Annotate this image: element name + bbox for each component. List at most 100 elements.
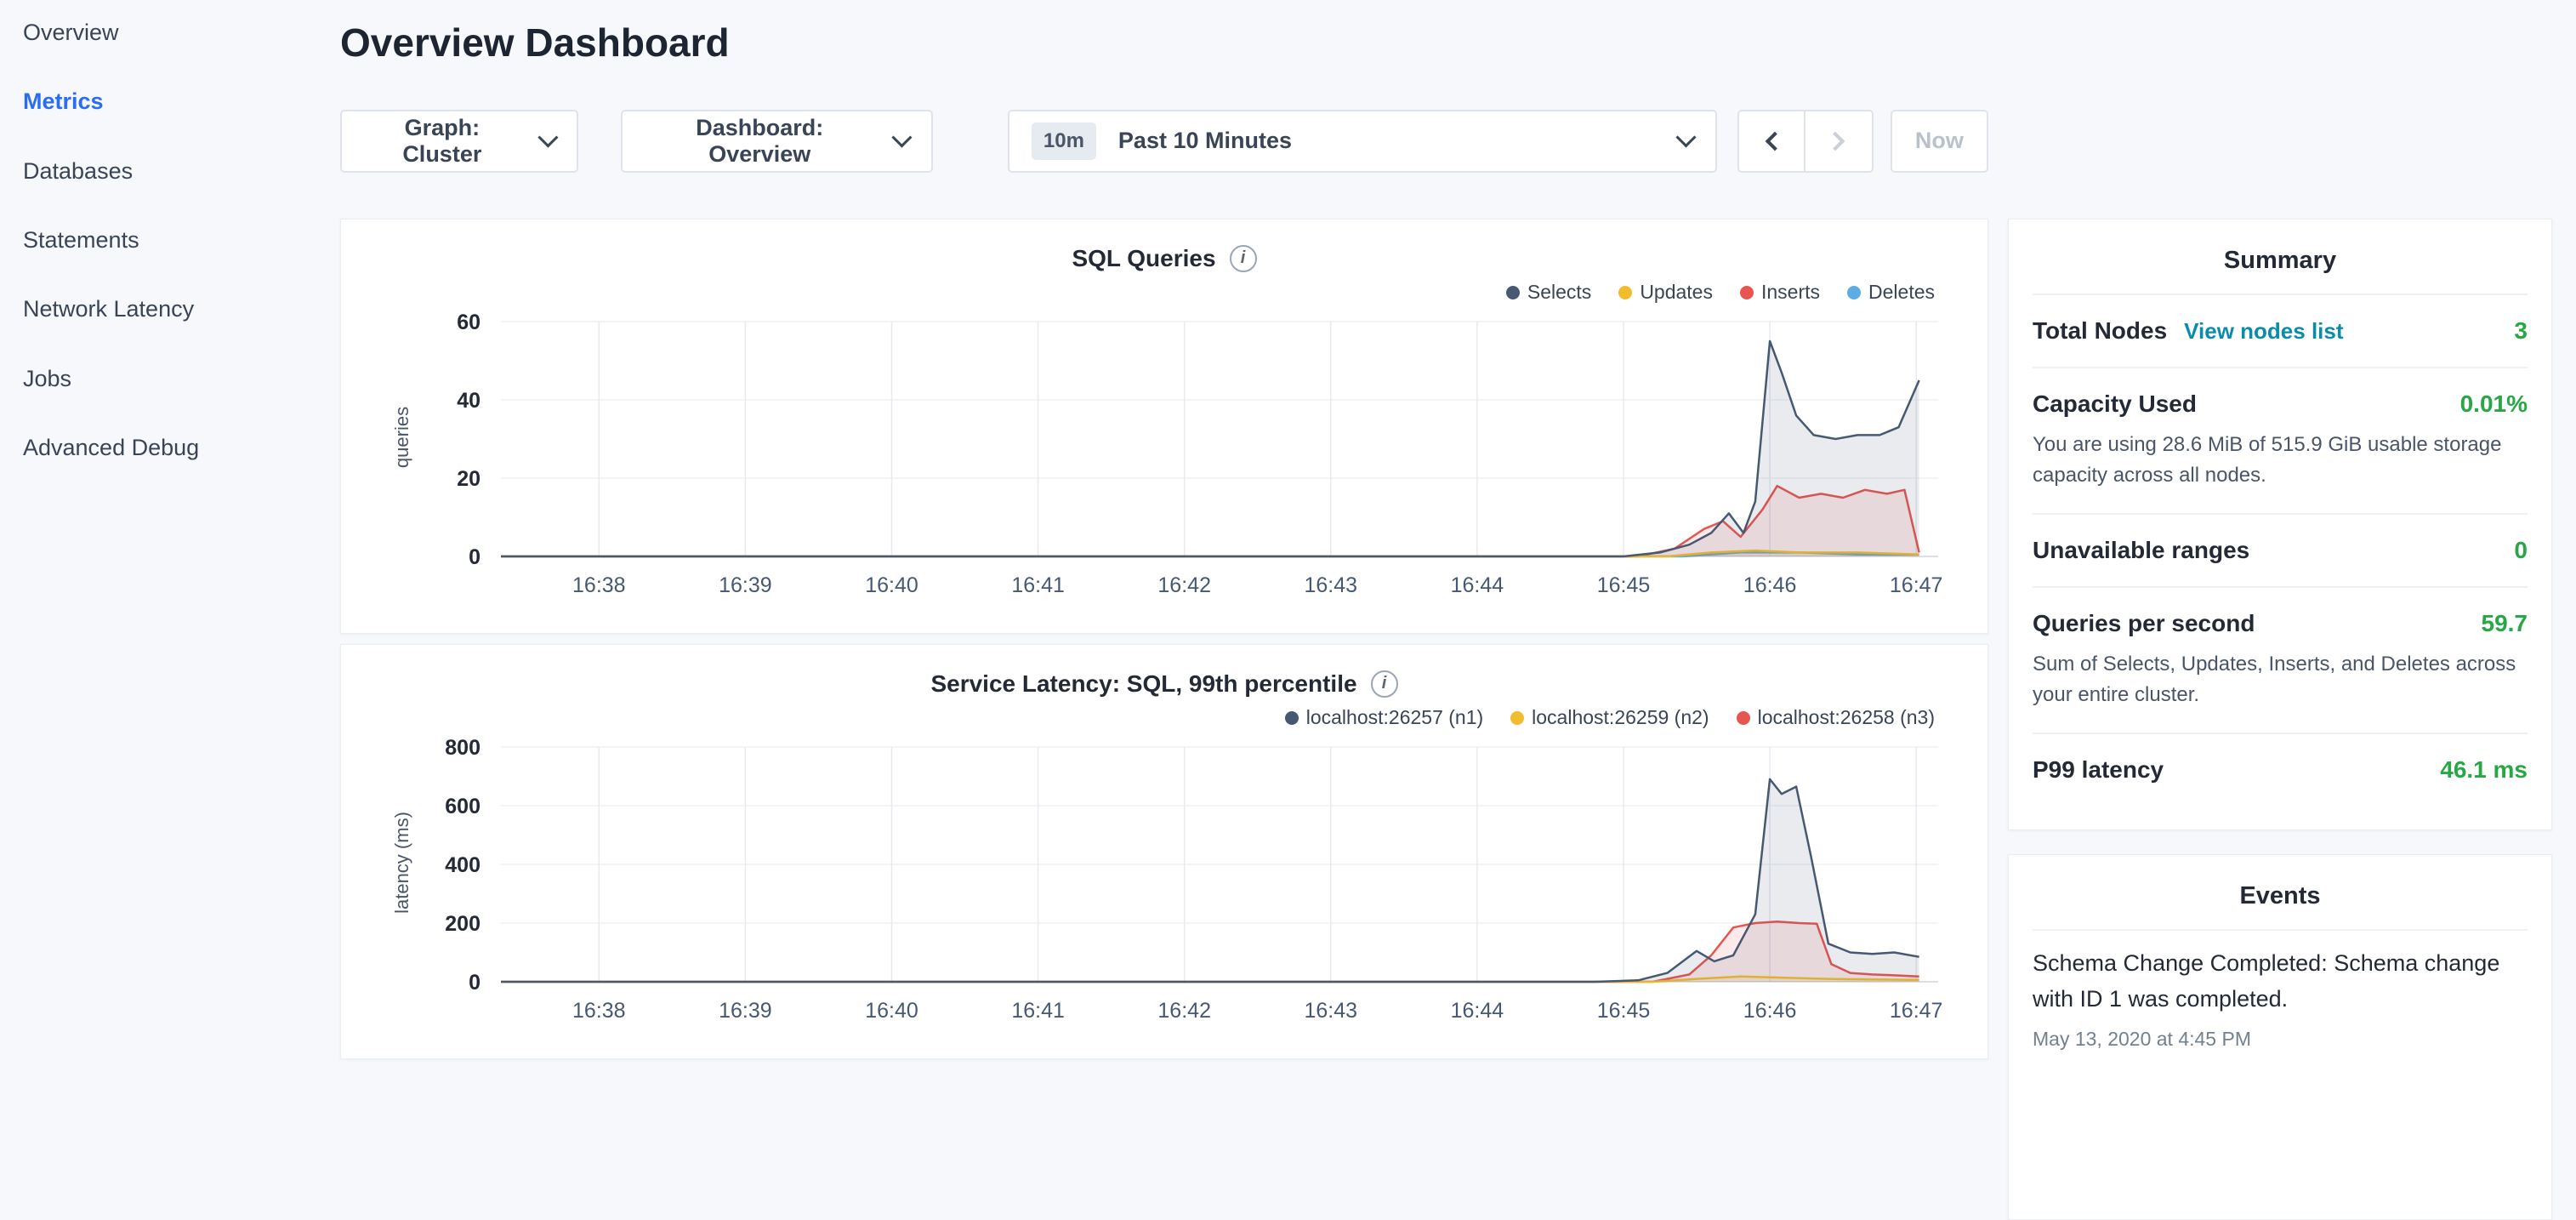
chart-legend: localhost:26257 (n1) localhost:26259 (n2)… [365, 706, 1935, 730]
legend-item[interactable]: Updates [1618, 281, 1713, 305]
svg-text:0: 0 [469, 545, 481, 569]
legend-item[interactable]: Deletes [1847, 281, 1935, 305]
summary-row-p99-latency: P99 latency 46.1 ms [2033, 733, 2528, 806]
dashboard-dropdown[interactable]: Dashboard: Overview [621, 110, 933, 173]
svg-text:16:45: 16:45 [1597, 573, 1651, 597]
service-latency-chart: 020040060080016:3816:3916:4016:4116:4216… [365, 732, 1964, 1029]
summary-value: 59.7 [2482, 610, 2528, 637]
legend-dot [1737, 711, 1750, 725]
summary-row-queries-per-second: Queries per second 59.7 Sum of Selects, … [2033, 586, 2528, 733]
chart-title: Service Latency: SQL, 99th percentile [930, 670, 1356, 698]
legend-label: localhost:26257 (n1) [1306, 706, 1483, 729]
svg-text:16:40: 16:40 [865, 573, 918, 597]
sidebar-item-jobs[interactable]: Jobs [23, 367, 340, 391]
legend-item[interactable]: Inserts [1740, 281, 1820, 305]
summary-title: Summary [2009, 247, 2551, 275]
summary-value: 0 [2514, 537, 2528, 564]
sidebar-item-statements[interactable]: Statements [23, 228, 340, 252]
svg-text:16:38: 16:38 [572, 573, 626, 597]
svg-text:16:46: 16:46 [1743, 999, 1797, 1023]
summary-value: 3 [2514, 317, 2528, 345]
time-range-dropdown[interactable]: 10m Past 10 Minutes [1008, 110, 1717, 173]
time-range-label: Past 10 Minutes [1118, 128, 1292, 154]
summary-value: 0.01% [2460, 391, 2528, 418]
svg-text:16:46: 16:46 [1743, 573, 1797, 597]
view-nodes-link[interactable]: View nodes list [2184, 318, 2343, 345]
info-icon[interactable]: i [1230, 245, 1257, 272]
svg-text:16:45: 16:45 [1597, 999, 1651, 1023]
summary-description: Sum of Selects, Updates, Inserts, and De… [2033, 649, 2528, 710]
chevron-left-icon [1766, 132, 1785, 151]
chart-card-service-latency: Service Latency: SQL, 99th percentile i … [340, 644, 1988, 1059]
time-nav-group [1737, 110, 1874, 173]
legend-dot [1285, 711, 1299, 725]
legend-label: Updates [1640, 281, 1713, 304]
svg-text:20: 20 [457, 467, 481, 491]
svg-text:16:47: 16:47 [1890, 573, 1943, 597]
svg-text:600: 600 [445, 795, 481, 818]
chart-legend: Selects Updates Inserts Deletes [365, 281, 1935, 305]
info-icon[interactable]: i [1371, 670, 1398, 698]
summary-description: You are using 28.6 MiB of 515.9 GiB usab… [2033, 430, 2528, 491]
chart-title: SQL Queries [1072, 245, 1215, 272]
legend-item[interactable]: Selects [1506, 281, 1591, 305]
svg-text:16:40: 16:40 [865, 999, 918, 1023]
legend-label: Selects [1527, 281, 1591, 304]
svg-text:16:41: 16:41 [1011, 999, 1065, 1023]
chart-body: latency (ms) 020040060080016:3816:3916:4… [365, 732, 1964, 1029]
summary-label: Capacity Used [2033, 391, 2197, 418]
svg-text:16:44: 16:44 [1451, 573, 1504, 597]
graph-scope-dropdown[interactable]: Graph: Cluster [340, 110, 578, 173]
summary-label: Queries per second [2033, 610, 2255, 637]
sidebar-item-network-latency[interactable]: Network Latency [23, 297, 340, 321]
main-content: Overview Dashboard Graph: Cluster Dashbo… [340, 0, 1988, 1052]
chevron-right-icon [1826, 132, 1845, 151]
time-next-button[interactable] [1805, 110, 1874, 173]
svg-text:16:38: 16:38 [572, 999, 626, 1023]
sidebar-item-advanced-debug[interactable]: Advanced Debug [23, 436, 340, 459]
sidebar: Overview Metrics Databases Statements Ne… [0, 0, 340, 1052]
svg-text:800: 800 [445, 736, 481, 760]
y-axis-label: latency (ms) [391, 812, 413, 914]
legend-label: localhost:26258 (n3) [1758, 706, 1935, 729]
now-button[interactable]: Now [1891, 110, 1988, 173]
svg-text:16:42: 16:42 [1157, 573, 1211, 597]
summary-row-total-nodes: Total Nodes View nodes list 3 [2033, 294, 2528, 367]
chevron-down-icon [1675, 128, 1696, 148]
svg-text:400: 400 [445, 853, 481, 877]
graph-scope-label: Graph: Cluster [364, 115, 520, 168]
summary-panel: Summary Total Nodes View nodes list 3 Ca… [2008, 219, 2552, 830]
dashboard-label: Dashboard: Overview [645, 115, 874, 168]
svg-text:16:47: 16:47 [1890, 999, 1943, 1023]
sidebar-item-databases[interactable]: Databases [23, 159, 340, 183]
legend-item[interactable]: localhost:26258 (n3) [1737, 706, 1935, 730]
summary-row-unavailable-ranges: Unavailable ranges 0 [2033, 513, 2528, 586]
time-prev-button[interactable] [1737, 110, 1805, 173]
events-title: Events [2009, 882, 2551, 910]
app-root: Overview Metrics Databases Statements Ne… [0, 0, 2576, 1052]
sql-queries-chart: 020406016:3816:3916:4016:4116:4216:4316:… [365, 306, 1964, 604]
chart-body: queries 020406016:3816:3916:4016:4116:42… [365, 306, 1964, 604]
legend-dot [1847, 286, 1861, 299]
svg-text:40: 40 [457, 389, 481, 413]
summary-label: Unavailable ranges [2033, 537, 2249, 564]
summary-value: 46.1 ms [2440, 756, 2528, 784]
svg-text:16:39: 16:39 [719, 573, 772, 597]
event-item[interactable]: Schema Change Completed: Schema change w… [2033, 929, 2528, 1066]
summary-row-capacity-used: Capacity Used 0.01% You are using 28.6 M… [2033, 367, 2528, 513]
chart-header: Service Latency: SQL, 99th percentile i [365, 670, 1964, 698]
legend-item[interactable]: localhost:26259 (n2) [1510, 706, 1709, 730]
svg-text:16:43: 16:43 [1305, 573, 1358, 597]
summary-label: Total Nodes [2033, 317, 2167, 345]
sidebar-item-overview[interactable]: Overview [23, 20, 340, 44]
chevron-down-icon [537, 128, 558, 148]
event-timestamp: May 13, 2020 at 4:45 PM [2033, 1028, 2528, 1051]
legend-item[interactable]: localhost:26257 (n1) [1285, 706, 1483, 730]
sidebar-item-metrics[interactable]: Metrics [23, 89, 340, 113]
svg-text:16:41: 16:41 [1011, 573, 1065, 597]
svg-text:16:42: 16:42 [1157, 999, 1211, 1023]
svg-text:200: 200 [445, 912, 481, 936]
page-title: Overview Dashboard [340, 20, 1988, 66]
y-axis-label: queries [391, 407, 413, 468]
legend-dot [1510, 711, 1524, 725]
